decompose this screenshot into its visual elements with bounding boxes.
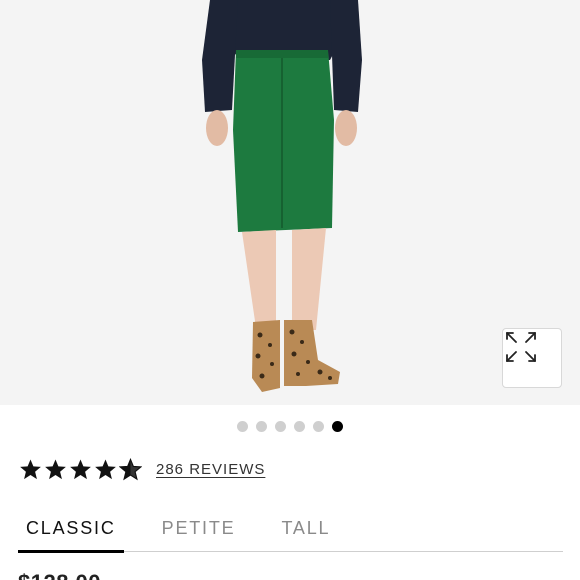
tab-classic[interactable]: CLASSIC bbox=[18, 508, 124, 553]
fit-tabs: CLASSIC PETITE TALL bbox=[18, 508, 563, 553]
tab-tall[interactable]: TALL bbox=[273, 508, 338, 552]
carousel-dot-5[interactable] bbox=[313, 421, 324, 432]
carousel-dot-4[interactable] bbox=[294, 421, 305, 432]
expand-image-button[interactable] bbox=[502, 328, 562, 388]
star-rating bbox=[19, 458, 142, 481]
product-photo-illustration bbox=[0, 0, 580, 405]
expand-arrows-icon bbox=[506, 332, 536, 362]
carousel-dot-1[interactable] bbox=[237, 421, 248, 432]
star-full-icon bbox=[45, 459, 66, 480]
product-price: $128.00 bbox=[18, 570, 101, 580]
product-rating: 286 REVIEWS bbox=[19, 458, 265, 481]
carousel-dot-2[interactable] bbox=[256, 421, 267, 432]
reviews-link[interactable]: 286 REVIEWS bbox=[156, 461, 265, 478]
carousel-dots bbox=[0, 421, 580, 432]
carousel-dot-6[interactable] bbox=[332, 421, 343, 432]
star-full-icon bbox=[95, 459, 116, 480]
tab-petite[interactable]: PETITE bbox=[154, 508, 244, 552]
product-image[interactable] bbox=[0, 0, 580, 405]
star-half-icon bbox=[119, 458, 142, 481]
carousel-dot-3[interactable] bbox=[275, 421, 286, 432]
star-full-icon bbox=[70, 459, 91, 480]
star-full-icon bbox=[20, 459, 41, 480]
